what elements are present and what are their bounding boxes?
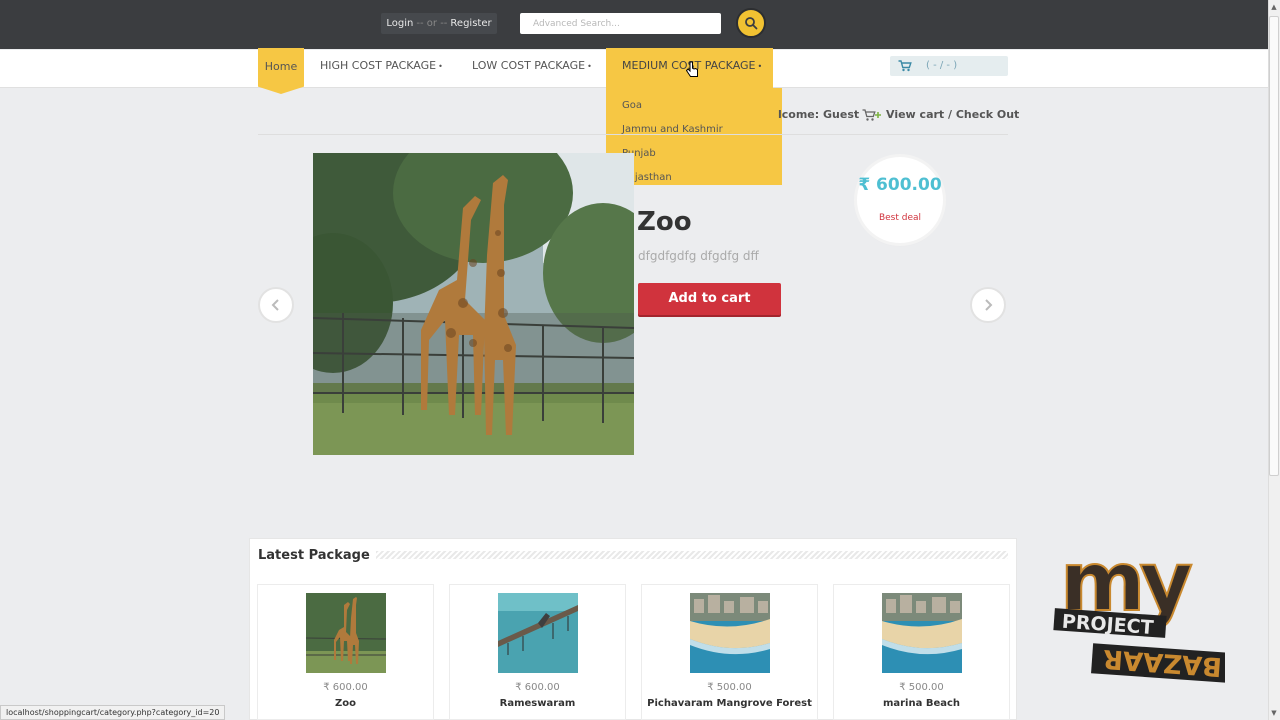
price-badge: ₹ 600.00 Best deal bbox=[857, 157, 943, 243]
package-thumb-marina-beach bbox=[882, 593, 962, 673]
package-card[interactable]: ₹ 500.00 Pichavaram Mangrove Forest bbox=[641, 584, 818, 720]
add-to-cart-button[interactable]: Add to cart bbox=[638, 283, 781, 315]
nav-high-cost-label: HIGH COST PACKAGE bbox=[320, 59, 437, 72]
nav-home[interactable]: Home bbox=[258, 48, 304, 94]
nav-high-cost[interactable]: HIGH COST PACKAGE • bbox=[320, 59, 443, 72]
mouse-cursor-icon bbox=[686, 61, 698, 77]
package-name[interactable]: marina Beach bbox=[834, 698, 1009, 709]
browser-status-bar: localhost/shoppingcart/category.php?cate… bbox=[0, 705, 226, 720]
mini-cart-summary: ( - / - ) bbox=[926, 60, 958, 71]
package-price: ₹ 600.00 bbox=[323, 682, 368, 693]
bullet-icon: • bbox=[587, 62, 592, 71]
dropdown-item-jammu-kashmir[interactable]: Jammu and Kashmir bbox=[606, 118, 782, 142]
latest-package-title: Latest Package bbox=[258, 548, 370, 563]
search-icon bbox=[745, 17, 758, 30]
package-card[interactable]: ₹ 600.00 Zoo bbox=[257, 584, 434, 720]
view-cart-link[interactable]: View cart / Check Out bbox=[886, 108, 1019, 121]
package-thumb-rameswaram bbox=[498, 593, 578, 673]
scroll-up-icon[interactable]: ▲ bbox=[1270, 2, 1278, 12]
bullet-icon: • bbox=[757, 62, 763, 71]
divider bbox=[258, 134, 1008, 135]
my-project-bazaar-logo: my PROJECT BAZAAR bbox=[1050, 530, 1229, 695]
price-value: ₹ 600.00 bbox=[858, 175, 942, 195]
chevron-left-icon bbox=[271, 299, 279, 311]
product-description: dfgdfgdfg dfgdfg dff bbox=[638, 249, 759, 263]
dropdown-item-goa[interactable]: Goa bbox=[606, 94, 782, 118]
cart-add-icon bbox=[862, 109, 881, 121]
price-label: Best deal bbox=[878, 213, 922, 223]
product-image-giraffes bbox=[313, 153, 634, 455]
slider-prev-button[interactable] bbox=[258, 287, 294, 323]
package-name[interactable]: Zoo bbox=[258, 698, 433, 709]
svg-text:BAZAAR: BAZAAR bbox=[1102, 643, 1223, 681]
package-thumb-pichavaram bbox=[690, 593, 770, 673]
nav-low-cost-label: LOW COST PACKAGE bbox=[472, 59, 586, 72]
search-input[interactable] bbox=[520, 13, 721, 34]
package-name[interactable]: Pichavaram Mangrove Forest bbox=[642, 698, 817, 709]
welcome-text: lcome: Guest bbox=[778, 108, 860, 121]
slider-next-button[interactable] bbox=[970, 287, 1006, 323]
login-link[interactable]: Login bbox=[386, 18, 413, 29]
login-register-box: Login -- or -- Register bbox=[381, 13, 497, 34]
scrollbar-thumb[interactable] bbox=[1269, 16, 1279, 476]
package-thumb-zoo bbox=[306, 593, 386, 673]
package-price: ₹ 500.00 bbox=[899, 682, 944, 693]
package-price: ₹ 500.00 bbox=[707, 682, 752, 693]
or-separator: -- or -- bbox=[416, 18, 448, 29]
nav-low-cost[interactable]: LOW COST PACKAGE • bbox=[472, 59, 592, 72]
product-title: Zoo bbox=[637, 207, 692, 237]
chevron-right-icon bbox=[985, 299, 993, 311]
search-button[interactable] bbox=[736, 8, 766, 38]
package-card[interactable]: ₹ 600.00 Rameswaram bbox=[449, 584, 626, 720]
mini-cart[interactable]: ( - / - ) bbox=[890, 56, 1008, 76]
cart-icon bbox=[898, 60, 912, 72]
title-stripe-decoration bbox=[376, 551, 1008, 559]
package-price: ₹ 600.00 bbox=[515, 682, 560, 693]
bullet-icon: • bbox=[438, 62, 443, 71]
scroll-down-icon[interactable]: ▼ bbox=[1270, 708, 1278, 718]
package-name[interactable]: Rameswaram bbox=[450, 698, 625, 709]
package-card[interactable]: ₹ 500.00 marina Beach bbox=[833, 584, 1010, 720]
register-link[interactable]: Register bbox=[450, 18, 491, 29]
